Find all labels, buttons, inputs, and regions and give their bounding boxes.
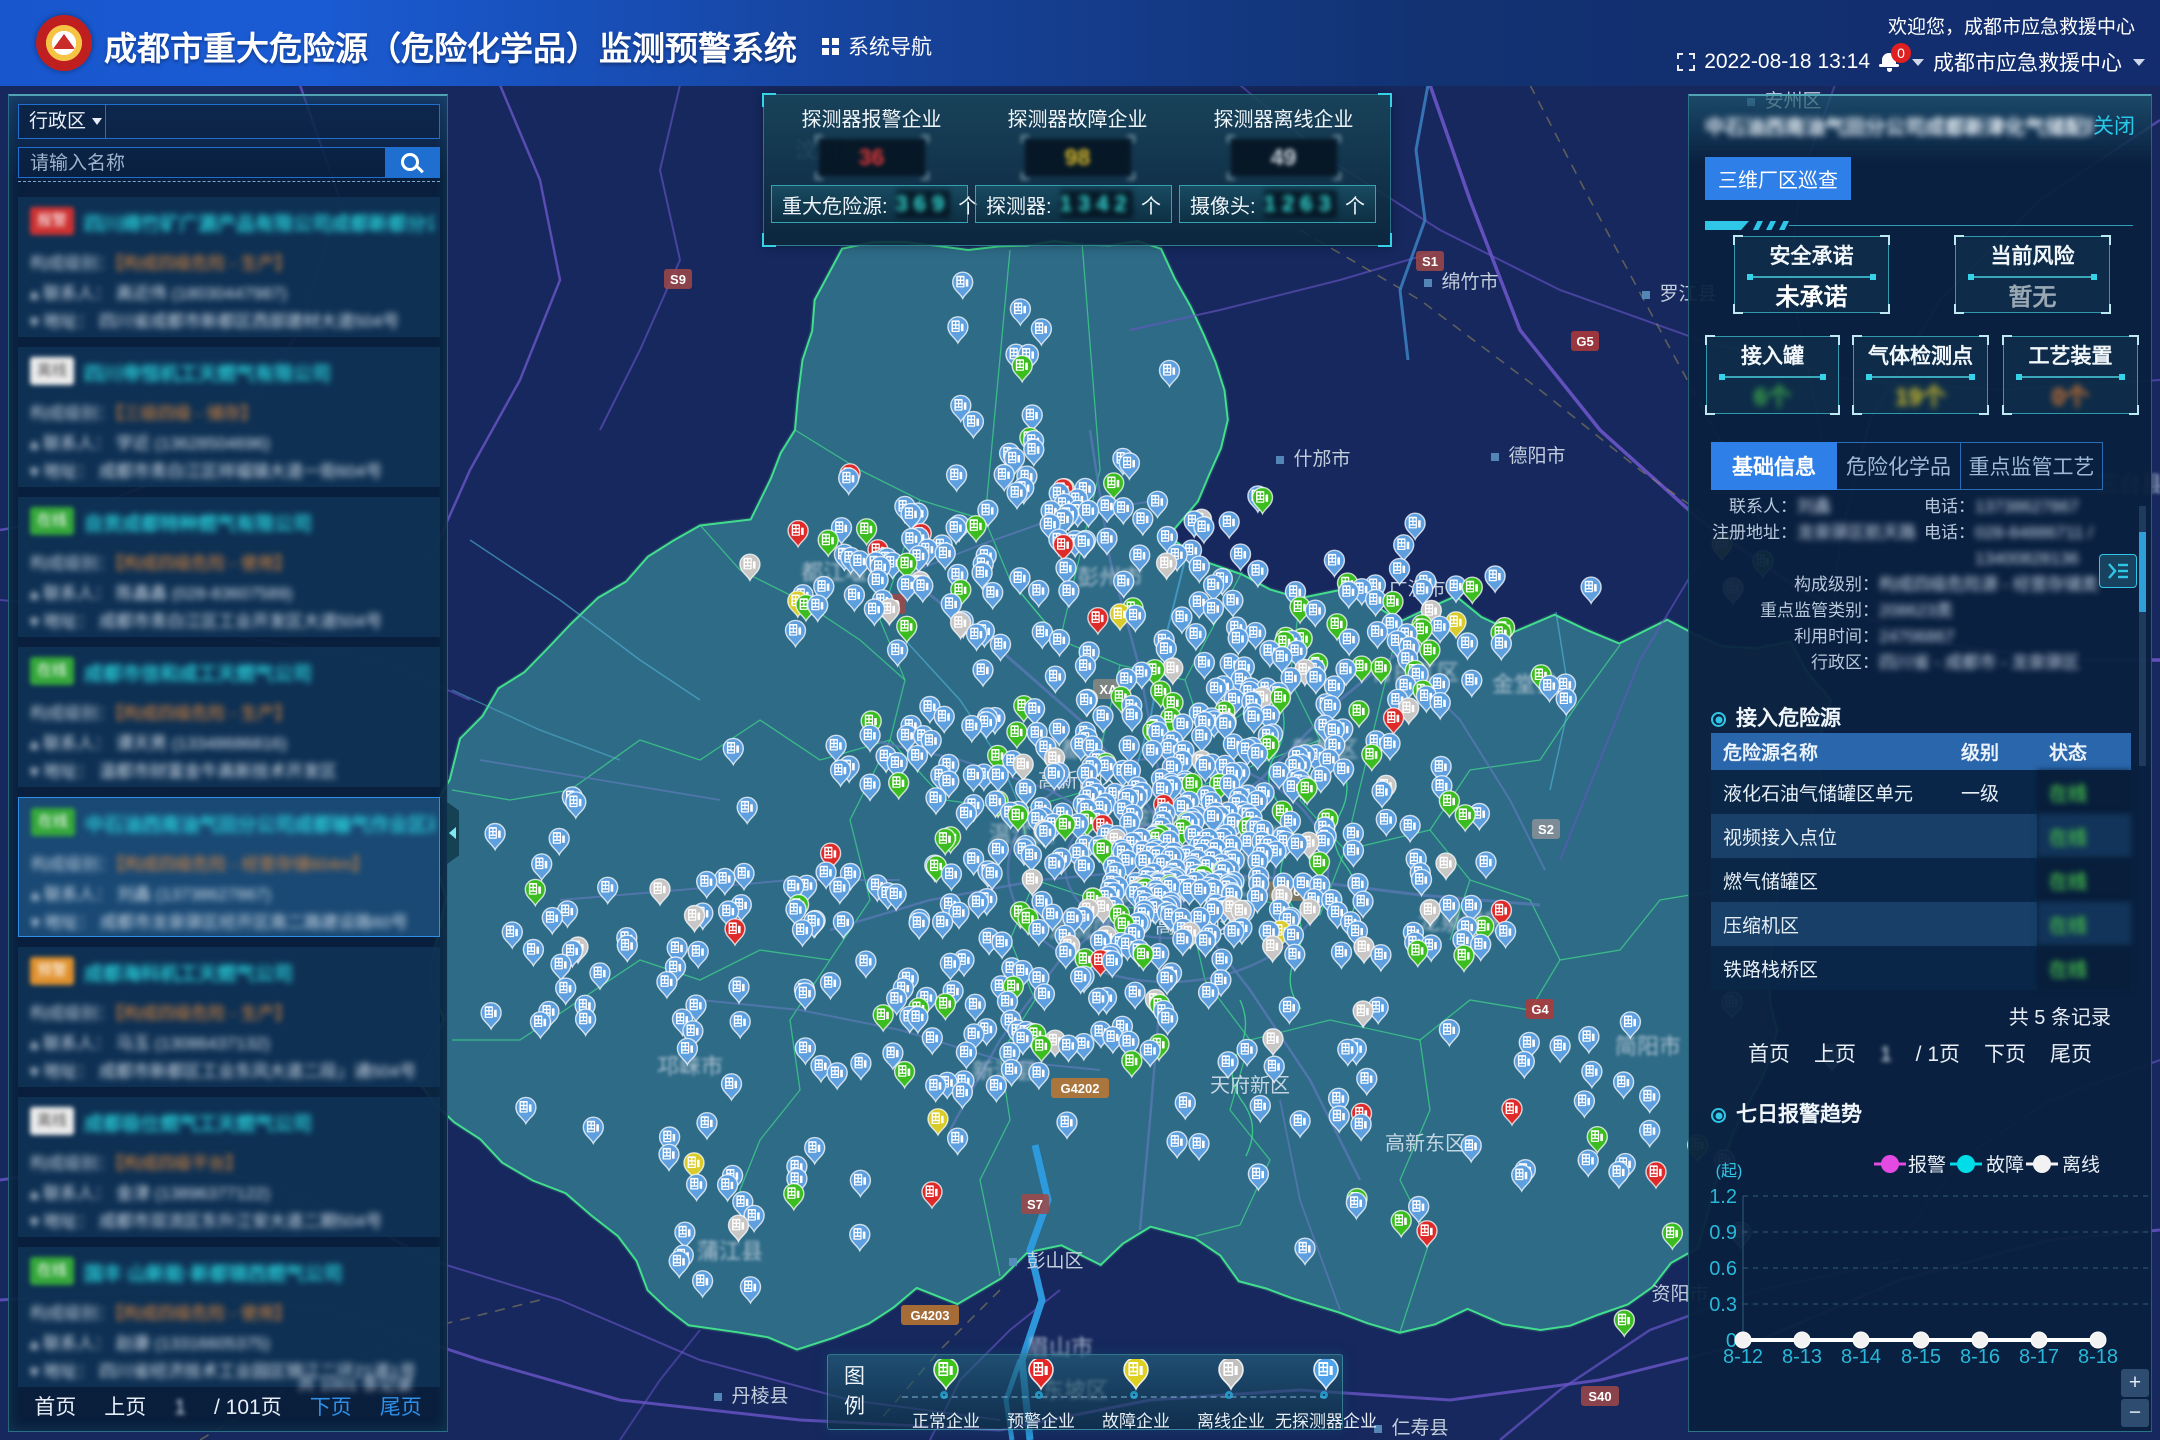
svg-text:G5: G5 <box>1576 334 1593 349</box>
svg-text:离线: 离线 <box>2062 1154 2100 1176</box>
svg-text:G4203: G4203 <box>910 1308 949 1323</box>
svg-text:S9: S9 <box>670 272 686 287</box>
svg-text:G4202: G4202 <box>1060 1081 1099 1096</box>
svg-text:0.3: 0.3 <box>1709 1294 1737 1316</box>
svg-text:S2: S2 <box>1538 822 1554 837</box>
svg-text:彭山区: 彭山区 <box>1026 1250 1083 1272</box>
svg-text:蒲江县: 蒲江县 <box>697 1239 763 1264</box>
svg-text:什邡市: 什邡市 <box>1293 448 1350 470</box>
svg-text:8-12: 8-12 <box>1723 1346 1763 1368</box>
svg-text:1.2: 1.2 <box>1709 1186 1737 1208</box>
svg-text:丹棱县: 丹棱县 <box>731 1385 788 1407</box>
svg-text:8-16: 8-16 <box>1960 1346 2000 1368</box>
svg-text:高新东区: 高新东区 <box>1385 1132 1465 1155</box>
svg-text:仁寿县: 仁寿县 <box>1391 1417 1448 1439</box>
svg-text:绵竹市: 绵竹市 <box>1441 271 1498 293</box>
svg-text:S1: S1 <box>1422 254 1438 269</box>
svg-text:故障: 故障 <box>1986 1154 2024 1176</box>
svg-text:8-15: 8-15 <box>1901 1346 1941 1368</box>
svg-text:S40: S40 <box>1588 1389 1611 1404</box>
svg-text:S7: S7 <box>1027 1197 1043 1212</box>
svg-text:0.9: 0.9 <box>1709 1222 1737 1244</box>
svg-text:G4: G4 <box>1531 1002 1549 1017</box>
svg-text:德阳市: 德阳市 <box>1508 445 1565 467</box>
svg-text:(起): (起) <box>1716 1162 1743 1180</box>
svg-text:0.6: 0.6 <box>1709 1258 1737 1280</box>
svg-text:8-14: 8-14 <box>1841 1346 1881 1368</box>
svg-text:8-13: 8-13 <box>1782 1346 1822 1368</box>
svg-text:简阳市: 简阳市 <box>1615 1034 1681 1059</box>
svg-text:报警: 报警 <box>1908 1154 1946 1176</box>
svg-text:8-18: 8-18 <box>2078 1346 2118 1368</box>
svg-text:8-17: 8-17 <box>2019 1346 2059 1368</box>
